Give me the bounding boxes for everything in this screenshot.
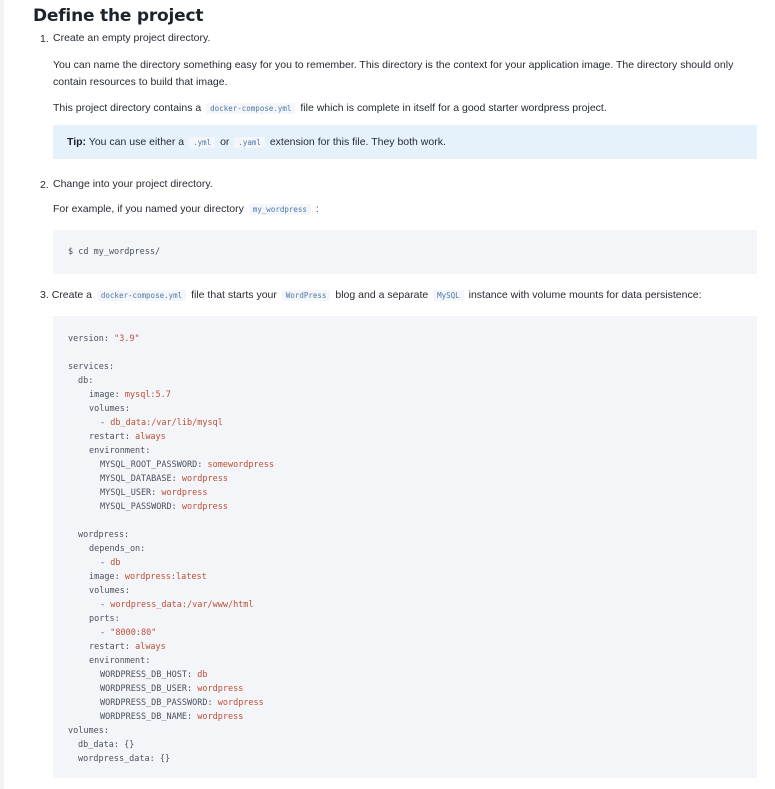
yaml-line-volumes: volumes: (68, 726, 109, 736)
yaml-line-db-restart: restart: always (89, 432, 166, 442)
yaml-line-wordpress-data: wordpress_data: {} (78, 754, 171, 764)
compose-yaml-block[interactable]: version: "3.9" services: db: image: mysq… (53, 316, 757, 778)
yaml-extension-code: .yaml (234, 137, 265, 148)
yaml-line-wp-db-user: WORDPRESS_DB_USER: wordpress (100, 684, 244, 694)
yaml-line-wp-volumes: volumes: (89, 586, 130, 596)
tip-text-end: extension for this file. They both work. (269, 136, 446, 148)
wordpress-code: WordPress (281, 290, 331, 301)
step-1-note-text-end: file which is complete in itself for a g… (300, 102, 607, 114)
cd-command-block[interactable]: $ cd my_wordpress/ (53, 230, 757, 274)
step-3-text: Create a (51, 289, 92, 301)
step-1-note-text: This project directory contains a (53, 102, 202, 114)
compose-file-code: docker-compose.yml (96, 290, 187, 301)
yaml-line-wordpress: wordpress: (78, 530, 130, 540)
step-2-number: 2. (40, 179, 49, 191)
yaml-line-services: services: (68, 362, 115, 372)
yaml-line-depends-item: - db (100, 558, 121, 568)
tip-label: Tip: (67, 136, 87, 148)
yaml-line-version: version: "3.9" (68, 334, 140, 344)
yaml-line-wp-port-item: - "8000:80" (100, 628, 157, 638)
yaml-line-db: db: (78, 376, 94, 386)
step-1-title: Create an empty project directory. (53, 32, 211, 44)
step-3-title: 3. Create a docker-compose.yml file that… (40, 287, 702, 304)
yaml-line-wp-db-password: WORDPRESS_DB_PASSWORD: wordpress (100, 698, 264, 708)
yaml-line-mysql-database: MYSQL_DATABASE: wordpress (100, 474, 228, 484)
yml-extension-code: .yml (189, 137, 216, 148)
yaml-line-wp-db-name: WORDPRESS_DB_NAME: wordpress (100, 712, 244, 722)
directory-name-code: my_wordpress (248, 204, 311, 215)
yaml-line-mysql-user: MYSQL_USER: wordpress (100, 488, 208, 498)
yaml-line-depends-on: depends_on: (89, 544, 146, 554)
tip-or: or (220, 136, 230, 148)
mysql-code: MySQL (433, 290, 464, 301)
cd-command: $ cd my_wordpress/ (68, 247, 161, 257)
yaml-line-mysql-password: MYSQL_PASSWORD: wordpress (100, 502, 228, 512)
yaml-line-db-environment: environment: (89, 446, 151, 456)
yaml-line-wp-volume-item: - wordpress_data:/var/www/html (100, 600, 254, 610)
yaml-line-db-image: image: mysql:5.7 (89, 390, 171, 400)
step-3-number: 3. (40, 289, 49, 301)
yaml-line-db-volume-item: - db_data:/var/lib/mysql (100, 418, 223, 428)
yaml-line-wp-image: image: wordpress:latest (89, 572, 207, 582)
yaml-line-db-volumes: volumes: (89, 404, 130, 414)
yaml-line-wp-ports: ports: (89, 614, 120, 624)
tip-text: You can use either a (88, 136, 185, 148)
step-3-text-3: blog and a separate (335, 289, 429, 301)
tip-callout: Tip: You can use either a .yml or .yaml … (53, 125, 757, 159)
yaml-line-wp-db-host: WORDPRESS_DB_HOST: db (100, 670, 208, 680)
step-2-description: For example, if you named your directory… (53, 201, 319, 218)
step-1-description: You can name the directory something eas… (53, 59, 734, 88)
page-edge (0, 0, 4, 789)
step-3-text-4: instance with volume mounts for data per… (468, 289, 702, 301)
yaml-line-wp-restart: restart: always (89, 642, 166, 652)
yaml-line-mysql-root-password: MYSQL_ROOT_PASSWORD: somewordpress (100, 460, 275, 470)
yaml-line-db-data: db_data: {} (78, 740, 135, 750)
yaml-line-wp-environment: environment: (89, 656, 151, 666)
step-3-text-2: file that starts your (191, 289, 277, 301)
compose-filename-code: docker-compose.yml (206, 103, 296, 114)
step-2-text: For example, if you named your directory (53, 203, 244, 215)
step-1-number: 1. (40, 33, 49, 45)
step-1-note: This project directory contains a docker… (53, 100, 607, 117)
step-2-title: Change into your project directory. (53, 178, 213, 190)
step-2-colon: : (315, 203, 319, 215)
section-heading: Define the project (33, 6, 204, 26)
